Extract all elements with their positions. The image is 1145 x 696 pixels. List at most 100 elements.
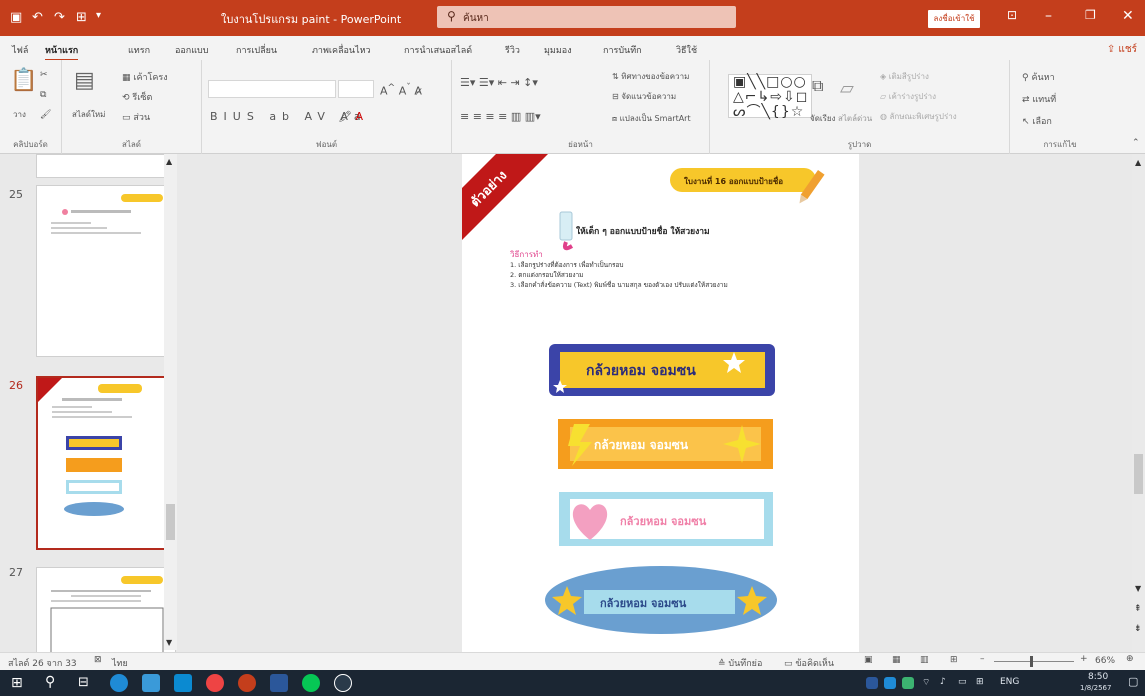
tray-time[interactable]: 8:50 bbox=[1088, 672, 1108, 682]
zoom-out-button[interactable]: – bbox=[980, 654, 985, 664]
reset-button[interactable]: ⟲ รีเซ็ต bbox=[122, 90, 152, 104]
share-button[interactable]: ⇪ แชร์ bbox=[1107, 42, 1137, 57]
tab-view[interactable]: มุมมอง bbox=[544, 43, 572, 57]
text-direction-button[interactable]: ⇅ ทิศทางของข้อความ bbox=[612, 70, 689, 83]
task-view-icon[interactable]: ⊟ bbox=[78, 675, 89, 690]
canvas-scroll-down-icon[interactable]: ▼ bbox=[1135, 584, 1141, 593]
copy-icon[interactable]: ⧉ bbox=[40, 90, 46, 100]
shapes-gallery[interactable]: ▣╲╲□○○ △⌐↳⇨⇩◻ ᔕ⌒╲{}☆ bbox=[728, 74, 812, 120]
smartart-button[interactable]: ⧈ แปลงเป็น SmartArt bbox=[612, 112, 691, 125]
tab-review[interactable]: รีวิว bbox=[505, 43, 520, 57]
start-icon[interactable]: ⊞ bbox=[11, 675, 23, 691]
normal-view-icon[interactable]: ▣ bbox=[864, 655, 873, 665]
tab-home[interactable]: หน้าแรก bbox=[45, 43, 79, 61]
tab-file[interactable]: ไฟล์ bbox=[12, 43, 28, 57]
tray-date[interactable]: 1/8/2567 bbox=[1080, 684, 1111, 692]
tab-insert[interactable]: แทรก bbox=[128, 43, 150, 57]
arrange-button[interactable]: จัดเรียง bbox=[810, 112, 836, 125]
new-slide-icon[interactable]: ▤ bbox=[74, 68, 95, 93]
tab-transitions[interactable]: การเปลี่ยน bbox=[236, 43, 277, 57]
cut-icon[interactable]: ✂ bbox=[40, 70, 48, 80]
zoom-slider[interactable] bbox=[994, 661, 1074, 662]
outline-button[interactable]: ▱ เค้าร่างรูปร่าง bbox=[880, 90, 936, 103]
slide-thumbnail-24[interactable] bbox=[36, 154, 176, 178]
store-icon[interactable] bbox=[174, 674, 192, 692]
tab-help[interactable]: วิธีใช้ bbox=[676, 43, 697, 57]
section-button[interactable]: ▭ ส่วน bbox=[122, 110, 150, 124]
tab-design[interactable]: ออกแบบ bbox=[175, 43, 209, 57]
slide-thumbnail-26[interactable] bbox=[36, 376, 176, 550]
tray-green-icon[interactable] bbox=[902, 677, 914, 689]
select-button[interactable]: ↖ เลือก bbox=[1022, 114, 1052, 128]
canvas-scrollbar[interactable]: ▲ ▼ ⇞ ⇟ bbox=[1132, 154, 1145, 652]
collapse-ribbon-icon[interactable]: ⌃ bbox=[1132, 138, 1140, 148]
ribbon-display-icon[interactable]: ⊡ bbox=[1007, 8, 1017, 22]
save-icon[interactable]: ▣ bbox=[10, 10, 22, 25]
font-name-select[interactable] bbox=[208, 80, 336, 98]
signin-button[interactable]: ลงชื่อเข้าใช้ bbox=[928, 10, 980, 28]
tray-word-icon[interactable] bbox=[866, 677, 878, 689]
effects-button[interactable]: ◍ ลักษณะพิเศษรูปร่าง bbox=[880, 110, 957, 123]
zoom-slider-thumb[interactable] bbox=[1030, 656, 1033, 667]
search-box[interactable]: ⚲ ค้นหา bbox=[437, 6, 736, 28]
list-buttons[interactable]: ☰▾ ☰▾ ⇤ ⇥ ↕▾ bbox=[460, 76, 538, 89]
font-color-button[interactable]: 🖍 A bbox=[338, 110, 363, 123]
scroll-down-icon[interactable]: ▼ bbox=[166, 638, 172, 647]
notification-icon[interactable]: ▢ bbox=[1128, 675, 1138, 688]
tab-animations[interactable]: ภาพเคลื่อนไหว bbox=[312, 43, 371, 57]
chrome-icon[interactable] bbox=[206, 674, 224, 692]
undo-icon[interactable]: ↶ bbox=[32, 10, 43, 25]
line-icon[interactable] bbox=[302, 674, 320, 692]
current-slide[interactable]: ตัวอย่าง ใบงานที่ 16 ออกแบบป้ายชื่อ ให้เ… bbox=[462, 154, 859, 652]
next-slide-icon[interactable]: ⇟ bbox=[1134, 624, 1142, 634]
fill-button[interactable]: ◈ เติมสีรูปร่าง bbox=[880, 70, 929, 83]
canvas-scroll-thumb[interactable] bbox=[1134, 454, 1143, 494]
tab-slideshow[interactable]: การนำเสนอสไลด์ bbox=[404, 43, 472, 57]
font-size-buttons[interactable]: A^ Aˇ A̷ bbox=[380, 82, 422, 98]
new-slide-button[interactable]: สไลด์ใหม่ bbox=[72, 108, 105, 121]
align-buttons[interactable]: ≡ ≡ ≡ ≡ ▥ ▥▾ bbox=[460, 110, 541, 123]
present-icon[interactable]: ⊞ bbox=[76, 10, 87, 25]
slides-panel-scroll-thumb[interactable] bbox=[166, 504, 175, 540]
paste-icon[interactable]: 📋 bbox=[10, 68, 37, 93]
tray-app-icon[interactable] bbox=[884, 677, 896, 689]
tray-language[interactable]: ENG bbox=[1000, 677, 1019, 687]
quick-styles-button[interactable]: สไตล์ด่วน bbox=[838, 112, 872, 125]
slide-thumbnail-25[interactable] bbox=[36, 185, 176, 357]
comments-button[interactable]: ▭ ข้อคิดเห็น bbox=[784, 656, 834, 670]
word-icon[interactable] bbox=[270, 674, 288, 692]
tray-battery-icon[interactable]: ▭ bbox=[958, 677, 967, 687]
edge-icon[interactable] bbox=[110, 674, 128, 692]
close-icon[interactable]: ✕ bbox=[1122, 8, 1134, 24]
canvas-scroll-up-icon[interactable]: ▲ bbox=[1135, 158, 1141, 167]
minimize-icon[interactable]: – bbox=[1045, 8, 1052, 24]
spellcheck-icon[interactable]: ⊠ bbox=[94, 655, 102, 665]
tab-record[interactable]: การบันทึก bbox=[603, 43, 642, 57]
powerpoint-icon[interactable] bbox=[238, 674, 256, 692]
taskbar-search-icon[interactable]: ⚲ bbox=[45, 674, 55, 690]
fit-slide-icon[interactable]: ⊕ bbox=[1126, 654, 1134, 664]
find-button[interactable]: ⚲ ค้นหา bbox=[1022, 70, 1055, 84]
tray-volume-icon[interactable]: ♪ bbox=[940, 677, 946, 687]
tray-network-icon[interactable]: ⌔ bbox=[922, 677, 930, 688]
redo-icon[interactable]: ↷ bbox=[54, 10, 65, 25]
replace-button[interactable]: ⇄ แทนที่ bbox=[1022, 92, 1056, 106]
quick-styles-icon[interactable]: ▱ bbox=[840, 78, 854, 99]
maximize-icon[interactable]: ❐ bbox=[1085, 8, 1096, 22]
slides-panel-scrollbar[interactable]: ▲ ▼ bbox=[164, 154, 177, 650]
slide-thumbnail-27[interactable] bbox=[36, 567, 176, 657]
zoom-in-button[interactable]: + bbox=[1080, 654, 1088, 664]
align-text-button[interactable]: ⊟ จัดแนวข้อความ bbox=[612, 90, 676, 103]
language-indicator[interactable]: ไทย bbox=[112, 656, 128, 670]
arrange-icon[interactable]: ⧉ bbox=[812, 76, 823, 96]
layout-button[interactable]: ▦ เค้าโครง bbox=[122, 70, 168, 84]
previous-slide-icon[interactable]: ⇞ bbox=[1134, 604, 1142, 614]
zoom-level[interactable]: 66% bbox=[1095, 656, 1115, 666]
reading-view-icon[interactable]: ▥ bbox=[920, 655, 929, 665]
font-size-select[interactable] bbox=[338, 80, 374, 98]
slide-sorter-icon[interactable]: ▦ bbox=[892, 655, 901, 665]
media-player-icon[interactable] bbox=[334, 674, 352, 692]
slideshow-view-icon[interactable]: ⊞ bbox=[950, 655, 958, 665]
tray-input-icon[interactable]: ⊞ bbox=[976, 677, 984, 687]
customize-toolbar-icon[interactable]: ▾ bbox=[96, 10, 101, 21]
